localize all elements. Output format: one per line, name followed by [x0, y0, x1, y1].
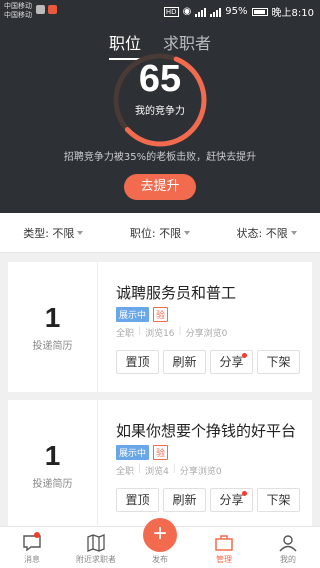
- share-view-count: 分享浏览0: [179, 467, 222, 477]
- app-notification-icon: [48, 5, 57, 14]
- publish-button[interactable]: +: [143, 518, 177, 552]
- share-label: 分享: [219, 493, 244, 507]
- resume-count-box[interactable]: 1 投递简历: [8, 400, 98, 530]
- briefcase-icon: [215, 535, 233, 551]
- notification-icons: [36, 5, 57, 14]
- resume-count-label: 投递简历: [32, 340, 73, 352]
- caret-down-icon: [184, 230, 191, 235]
- job-badges: 展示中 验: [116, 307, 169, 322]
- resume-count: 1: [44, 301, 61, 333]
- job-card[interactable]: 1 投递简历 如果你想要个挣钱的好平台 展示中 验 全职 | 浏览4 | 分享浏…: [8, 400, 312, 530]
- filter-position-label: 职位: 不限: [129, 226, 182, 240]
- verified-badge: 验: [153, 445, 169, 460]
- battery-percent: 95%: [225, 6, 248, 17]
- job-card[interactable]: 1 投递简历 诚聘服务员和普工 展示中 验 全职 | 浏览16 | 分享浏览0 …: [8, 262, 312, 392]
- unpublish-button[interactable]: 下架: [257, 488, 300, 512]
- hd-icon: HD: [163, 6, 179, 17]
- job-title[interactable]: 如果你想要个挣钱的好平台: [116, 420, 296, 441]
- job-type: 全职: [116, 467, 135, 477]
- job-stats: 全职 | 浏览16 | 分享浏览0: [116, 326, 228, 339]
- refresh-button[interactable]: 刷新: [163, 488, 206, 512]
- job-stats: 全职 | 浏览4 | 分享浏览0: [116, 464, 222, 477]
- eye-icon: ◉: [182, 6, 192, 17]
- status-badge: 展示中: [116, 445, 150, 460]
- plus-icon: +: [152, 520, 167, 547]
- map-icon: [87, 534, 105, 552]
- view-count: 浏览16: [145, 329, 175, 339]
- filter-status[interactable]: 状态: 不限: [237, 225, 297, 241]
- job-type: 全职: [116, 329, 135, 339]
- filter-type[interactable]: 类型: 不限: [23, 225, 84, 241]
- verified-badge: 验: [153, 307, 169, 322]
- job-actions: 置顶 刷新 分享 下架: [116, 350, 300, 374]
- status-badge: 展示中: [116, 307, 150, 322]
- nav-messages[interactable]: 消息: [0, 527, 64, 568]
- carrier-1: 中国移动: [4, 2, 32, 10]
- share-button[interactable]: 分享: [210, 350, 253, 374]
- status-right: HD ◉ 95% 晚上8:10: [163, 4, 314, 19]
- clock: 晚上8:10: [271, 8, 314, 19]
- boost-button[interactable]: 去提升: [124, 174, 196, 200]
- caret-down-icon: [290, 230, 297, 235]
- caret-down-icon: [77, 230, 84, 235]
- nav-nearby[interactable]: 附近求职者: [64, 527, 128, 568]
- carrier-2: 中国移动: [4, 11, 32, 19]
- job-title[interactable]: 诚聘服务员和普工: [116, 282, 236, 303]
- unpublish-button[interactable]: 下架: [257, 350, 300, 374]
- battery-icon: [251, 7, 268, 16]
- competitiveness-header: 职位 求职者 65 我的竞争力 招聘竞争力被35%的老板击败，赶快去提升 去提升: [0, 22, 320, 213]
- signal-icon-2: [210, 7, 222, 17]
- job-actions: 置顶 刷新 分享 下架: [116, 488, 300, 512]
- carrier-info: 中国移动 中国移动: [4, 2, 32, 20]
- filter-position[interactable]: 职位: 不限: [129, 225, 191, 241]
- nav-mine[interactable]: 我的: [256, 527, 320, 568]
- resume-count: 1: [44, 439, 61, 471]
- signal-icon: [195, 7, 207, 17]
- notification-icon: [36, 5, 45, 14]
- filter-bar: 类型: 不限 职位: 不限 状态: 不限: [0, 213, 320, 253]
- share-label: 分享: [219, 355, 244, 369]
- competitiveness-score: 65: [138, 58, 182, 100]
- resume-count-box[interactable]: 1 投递简历: [8, 262, 98, 392]
- pin-button[interactable]: 置顶: [116, 488, 159, 512]
- nav-mine-label: 我的: [280, 555, 296, 564]
- new-dot-icon: [242, 353, 247, 358]
- score-label: 我的竞争力: [135, 106, 185, 117]
- pin-button[interactable]: 置顶: [116, 350, 159, 374]
- unread-dot-icon: [34, 532, 40, 538]
- nav-messages-label: 消息: [24, 555, 40, 564]
- new-dot-icon: [242, 491, 247, 496]
- resume-count-label: 投递简历: [32, 478, 73, 490]
- competitiveness-tip: 招聘竞争力被35%的老板击败，赶快去提升: [63, 152, 257, 163]
- publish-label: 发布: [152, 555, 168, 564]
- nav-manage-label: 管理: [216, 555, 232, 564]
- job-badges: 展示中 验: [116, 445, 169, 460]
- refresh-button[interactable]: 刷新: [163, 350, 206, 374]
- share-button[interactable]: 分享: [210, 488, 253, 512]
- status-bar: 中国移动 中国移动 HD ◉ 95% 晚上8:10: [0, 0, 320, 22]
- filter-type-label: 类型: 不限: [23, 226, 75, 240]
- filter-status-label: 状态: 不限: [236, 226, 288, 240]
- user-icon: [279, 535, 297, 552]
- nav-nearby-label: 附近求职者: [76, 555, 116, 564]
- share-view-count: 分享浏览0: [185, 329, 228, 339]
- nav-manage[interactable]: 管理: [192, 527, 256, 568]
- view-count: 浏览4: [145, 467, 169, 477]
